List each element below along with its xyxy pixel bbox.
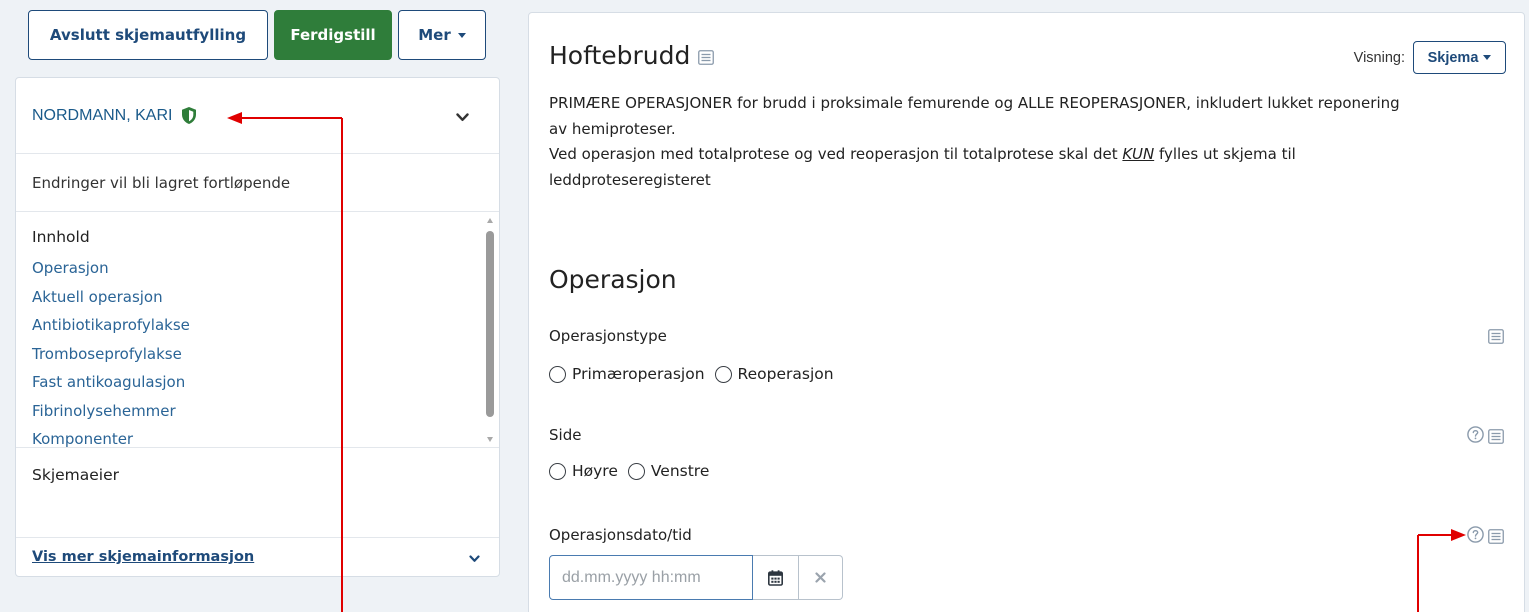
description-line-1: PRIMÆRE OPERASJONER for brudd i proksima… bbox=[549, 94, 1400, 138]
list-icon[interactable] bbox=[1488, 329, 1504, 344]
radio-button[interactable] bbox=[549, 462, 566, 480]
calendar-icon bbox=[768, 569, 783, 586]
chevron-down-icon[interactable] bbox=[456, 107, 469, 126]
radio-button[interactable] bbox=[549, 365, 566, 383]
field-icons-operasjonstype bbox=[1488, 329, 1504, 344]
field-label-operasjonstype: Operasjonstype bbox=[549, 327, 667, 345]
field-label-operasjonsdato: Operasjonsdato/tid bbox=[549, 526, 692, 544]
caret-down-icon bbox=[1483, 55, 1492, 60]
radio-button[interactable] bbox=[714, 365, 732, 383]
radio-button[interactable] bbox=[627, 462, 645, 480]
scroll-thumb[interactable] bbox=[486, 231, 494, 417]
caret-down-icon bbox=[457, 32, 466, 38]
form-toolbar: Avslutt skjemautfylling Ferdigstill Mer bbox=[14, 10, 500, 60]
contents-scrollbar[interactable] bbox=[484, 218, 496, 442]
datetime-input[interactable] bbox=[549, 555, 753, 600]
radio-label: Reoperasjon bbox=[737, 365, 834, 383]
radio-label: Venstre bbox=[650, 462, 710, 480]
radio-group-operasjonstype: Primæroperasjon Reoperasjon bbox=[549, 365, 844, 383]
view-selector: Visning: Skjema bbox=[1354, 41, 1506, 74]
clear-button[interactable] bbox=[799, 555, 843, 600]
section-title: Operasjon bbox=[549, 265, 677, 294]
list-icon[interactable] bbox=[1488, 429, 1504, 444]
more-info-link[interactable]: Vis mer skjemainformasjon bbox=[32, 549, 254, 565]
field-icons-side bbox=[1467, 426, 1504, 447]
left-column: Avslutt skjemautfylling Ferdigstill Mer … bbox=[14, 10, 500, 577]
description-line-2: Ved operasjon med totalprotese og ved re… bbox=[549, 142, 1409, 193]
scroll-up-icon[interactable] bbox=[487, 218, 493, 223]
help-icon[interactable] bbox=[1467, 426, 1484, 447]
datetime-input-group bbox=[549, 555, 843, 600]
shield-icon bbox=[181, 106, 197, 125]
exit-form-button[interactable]: Avslutt skjemautfylling bbox=[28, 10, 268, 60]
radio-option-venstre[interactable]: Venstre bbox=[627, 462, 710, 480]
view-label: Visning: bbox=[1353, 49, 1405, 66]
field-label-side: Side bbox=[549, 426, 582, 444]
radio-label: Høyre bbox=[572, 462, 618, 480]
more-menu-label: Mer bbox=[418, 26, 451, 44]
radio-group-side: Høyre Venstre bbox=[549, 462, 719, 480]
chevron-down-icon[interactable] bbox=[469, 548, 480, 567]
finish-button[interactable]: Ferdigstill bbox=[274, 10, 392, 60]
calendar-button[interactable] bbox=[753, 555, 799, 600]
description-line-2-start: Ved operasjon med totalprotese og ved re… bbox=[549, 145, 1123, 163]
radio-option-hoyre[interactable]: Høyre bbox=[549, 462, 618, 480]
annotation-arrow-help bbox=[1417, 529, 1466, 612]
radio-label: Primæroperasjon bbox=[572, 365, 705, 383]
close-icon bbox=[815, 572, 826, 583]
form-title: Hoftebrudd bbox=[549, 41, 691, 70]
more-menu-button[interactable]: Mer bbox=[398, 10, 486, 60]
view-dropdown-button[interactable]: Skjema bbox=[1413, 41, 1506, 74]
owner-heading: Skjemaeier bbox=[32, 466, 120, 484]
view-dropdown-value: Skjema bbox=[1427, 49, 1479, 66]
list-icon[interactable] bbox=[698, 50, 715, 65]
description-emphasis: KUN bbox=[1122, 145, 1155, 163]
radio-option-primaeroperasjon[interactable]: Primæroperasjon bbox=[549, 365, 705, 383]
scroll-down-icon[interactable] bbox=[487, 437, 493, 442]
form-main-panel: Hoftebrudd Visning: Skjema PRIMÆRE OPERA… bbox=[528, 12, 1525, 612]
patient-name: NORDMANN, KARI bbox=[32, 106, 173, 124]
list-icon[interactable] bbox=[1488, 529, 1504, 544]
field-icons-operasjonsdato bbox=[1467, 526, 1504, 547]
annotation-arrow-patient bbox=[227, 112, 343, 612]
form-description: PRIMÆRE OPERASJONER for brudd i proksima… bbox=[549, 91, 1409, 193]
help-icon[interactable] bbox=[1467, 526, 1484, 547]
radio-option-reoperasjon[interactable]: Reoperasjon bbox=[714, 365, 834, 383]
form-title-row: Hoftebrudd bbox=[549, 41, 715, 70]
